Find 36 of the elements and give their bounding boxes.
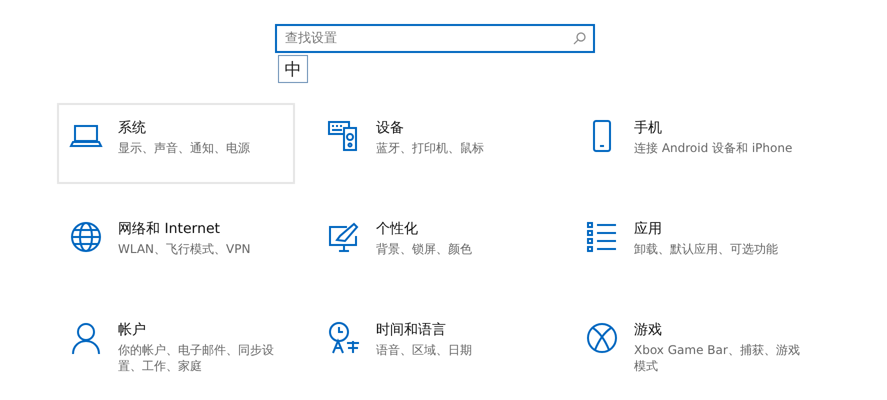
- tile-title: 帐户: [118, 321, 147, 339]
- tile-title: 个性化: [376, 220, 419, 238]
- tile-description: Xbox Game Bar、捕获、游戏模式: [634, 342, 801, 374]
- settings-tile[interactable]: 个性化 背景、锁屏、颜色: [315, 204, 553, 285]
- clock-icon: [327, 321, 361, 355]
- tile-title: 游戏: [634, 321, 663, 339]
- settings-tile[interactable]: 时间和语言 语音、区域、日期: [315, 305, 553, 386]
- settings-tile[interactable]: 设备 蓝牙、打印机、鼠标: [315, 103, 553, 184]
- tile-description: 你的帐户、电子邮件、同步设置、工作、家庭: [118, 342, 275, 374]
- tile-title: 手机: [634, 119, 663, 137]
- settings-tile[interactable]: 帐户 你的帐户、电子邮件、同步设置、工作、家庭: [57, 305, 295, 386]
- tile-description: 蓝牙、打印机、鼠标: [376, 140, 485, 156]
- settings-tile[interactable]: 游戏 Xbox Game Bar、捕获、游戏模式: [573, 305, 811, 386]
- tile-title: 系统: [118, 119, 147, 137]
- search-icon: [573, 32, 586, 45]
- search-field[interactable]: 查找设置: [275, 24, 595, 53]
- settings-tile[interactable]: 网络和 Internet WLAN、飞行模式、VPN: [57, 204, 295, 285]
- xbox-icon: [585, 321, 619, 355]
- monitor-brush-icon: [327, 220, 361, 254]
- tile-title: 时间和语言: [376, 321, 447, 339]
- settings-tile[interactable]: 手机 连接 Android 设备和 iPhone: [573, 103, 811, 184]
- tile-title: 设备: [376, 119, 405, 137]
- tile-title: 应用: [634, 220, 663, 238]
- tile-description: 语音、区域、日期: [376, 342, 473, 358]
- globe-icon: [69, 220, 103, 254]
- tile-title: 网络和 Internet: [118, 220, 222, 238]
- tile-description: 背景、锁屏、颜色: [376, 241, 473, 257]
- settings-tile[interactable]: 系统 显示、声音、通知、电源: [57, 103, 295, 184]
- ime-indicator[interactable]: 中: [278, 55, 308, 83]
- tile-description: 显示、声音、通知、电源: [118, 140, 251, 156]
- tile-description: 连接 Android 设备和 iPhone: [634, 140, 794, 156]
- list-icon: [585, 220, 619, 254]
- tile-description: 卸载、默认应用、可选功能: [634, 241, 779, 257]
- tile-description: WLAN、飞行模式、VPN: [118, 241, 252, 257]
- person-icon: [69, 321, 103, 355]
- settings-tile[interactable]: 应用 卸载、默认应用、可选功能: [573, 204, 811, 285]
